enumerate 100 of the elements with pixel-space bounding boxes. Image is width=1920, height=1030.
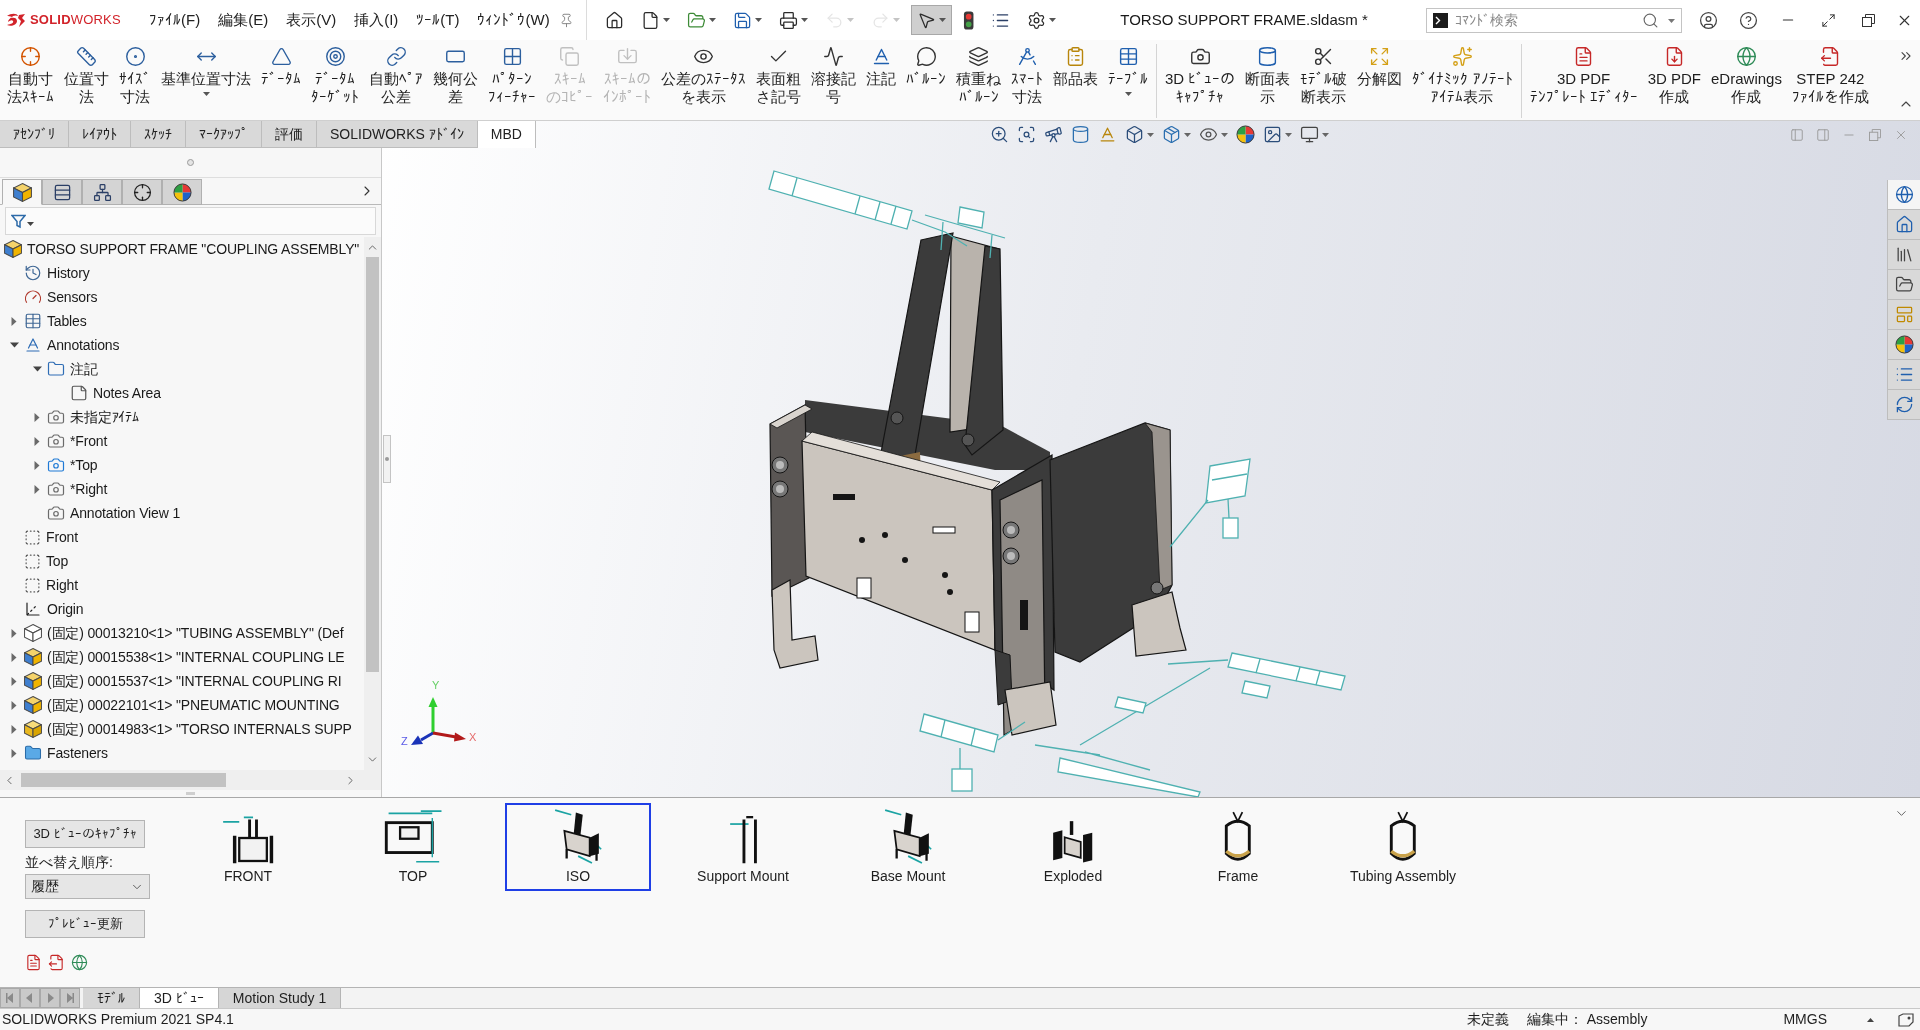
menu-item[interactable]: ﾂｰﾙ(T) (407, 3, 469, 37)
filter-field[interactable] (5, 207, 376, 235)
task-pane-tab[interactable] (1888, 360, 1920, 390)
ribbon-button[interactable]: ｻｲｽﾞ 寸法 (115, 42, 155, 118)
splitter-grip-icon[interactable] (186, 792, 195, 795)
account-icon[interactable] (1698, 10, 1718, 30)
caret-right-icon[interactable] (34, 460, 40, 470)
task-pane-tab[interactable] (1888, 330, 1920, 360)
ribbon-button[interactable]: 3D PDF ﾃﾝﾌﾟﾚｰﾄ ｴﾃﾞｨﾀｰ (1525, 42, 1642, 118)
toolbar-button[interactable] (910, 5, 952, 35)
search-icon[interactable] (1642, 11, 1659, 29)
view-card[interactable]: Base Mount (835, 803, 981, 891)
globe-icon[interactable] (71, 954, 88, 971)
refresh-preview-button[interactable]: ﾌﾟﾚﾋﾞｭｰ更新 (25, 910, 145, 938)
caret-right-icon[interactable] (34, 484, 40, 494)
tree-item[interactable]: (固定) 00015537<1> "INTERNAL COUPLING RI (0, 669, 364, 693)
view-card[interactable]: Tubing Assembly (1330, 803, 1476, 891)
ribbon-button[interactable]: STEP 242 ﾌｧｲﾙを作成 (1787, 42, 1873, 118)
tree-item[interactable]: History (0, 261, 364, 285)
menu-item[interactable]: 表示(V) (277, 3, 346, 37)
tag-icon[interactable] (1898, 1012, 1914, 1027)
tree-item[interactable]: Sensors (0, 285, 364, 309)
ribbon-button[interactable]: 部品表 (1049, 42, 1102, 118)
ribbon-button[interactable]: 分解図 (1353, 42, 1407, 118)
ribbon-button[interactable]: ﾊﾞﾙｰﾝ (902, 42, 950, 118)
ribbon-button[interactable]: 溶接記 号 (807, 42, 860, 118)
menu-item[interactable]: ｳｨﾝﾄﾞｳ(W) (468, 3, 559, 37)
caret-down-icon[interactable] (32, 366, 42, 372)
tree-item[interactable]: *Front (0, 429, 364, 453)
ribbon-button[interactable]: eDrawings 作成 (1707, 42, 1786, 118)
restore-icon[interactable] (1861, 13, 1875, 27)
ribbon-button[interactable]: 表面粗 さ記号 (752, 42, 805, 118)
tree-item[interactable]: (固定) 00022101<1> "PNEUMATIC MOUNTING (0, 693, 364, 717)
view-card[interactable]: Exploded (1000, 803, 1146, 891)
command-tab[interactable]: ﾚｲｱｳﾄ (69, 121, 131, 148)
ribbon-button[interactable]: 3D ﾋﾞｭｰの ｷｬﾌﾟﾁｬ (1161, 42, 1240, 118)
ribbon-button[interactable]: 3D PDF 作成 (1643, 42, 1706, 118)
command-tab[interactable]: ﾏｰｸｱｯﾌﾟ (186, 121, 262, 148)
caret-right-icon[interactable] (11, 652, 17, 662)
tree-item[interactable]: Right (0, 573, 364, 597)
ribbon-button[interactable]: 注記 (862, 42, 900, 118)
tree-item[interactable]: 未指定ｱｲﾃﾑ (0, 405, 364, 429)
ribbon-button[interactable]: ﾓﾃﾞﾙ破 断表示 (1296, 42, 1352, 118)
panel-tab[interactable] (82, 179, 122, 205)
ribbon-button[interactable]: 積重ね ﾊﾞﾙｰﾝ (952, 42, 1005, 118)
caret-right-icon[interactable] (34, 436, 40, 446)
scrollbar-thumb[interactable] (366, 257, 379, 672)
menu-item[interactable]: 挿入(I) (345, 3, 408, 37)
file-export-icon[interactable] (48, 954, 65, 971)
menu-item[interactable]: 編集(E) (209, 3, 278, 37)
ribbon-button[interactable]: ﾊﾟﾀｰﾝ ﾌｨｰﾁｬｰ (484, 42, 540, 118)
tree-item[interactable]: Top (0, 549, 364, 573)
task-pane-tab[interactable] (1888, 270, 1920, 300)
caret-right-icon[interactable] (11, 700, 17, 710)
caret-right-icon[interactable] (11, 724, 17, 734)
tree-item[interactable]: (固定) 00015538<1> "INTERNAL COUPLING LE (0, 645, 364, 669)
command-tab[interactable]: ｽｹｯﾁ (131, 121, 186, 148)
tree-item[interactable]: Notes Area (0, 381, 364, 405)
ribbon-button[interactable]: 公差のｽﾃｰﾀｽ を表示 (657, 42, 750, 118)
ribbon-button[interactable]: ﾃﾞｰﾀﾑ (257, 42, 305, 118)
splitter-grip-icon[interactable] (187, 159, 194, 166)
task-pane-tab[interactable] (1888, 390, 1920, 420)
tree-item[interactable]: Tables (0, 309, 364, 333)
units-status[interactable]: MMGS (1783, 1009, 1827, 1030)
caret-right-icon[interactable] (11, 676, 17, 686)
collapse-handle-icon[interactable] (383, 435, 391, 483)
panel-tab[interactable] (42, 179, 82, 205)
view-card[interactable]: Support Mount (670, 803, 816, 891)
bottom-tab[interactable]: ﾓﾃﾞﾙ (83, 988, 140, 1008)
task-pane-tab[interactable] (1888, 210, 1920, 240)
ribbon-button[interactable]: 自動寸 法ｽｷｰﾑ (3, 42, 58, 118)
caret-down-icon[interactable] (9, 342, 19, 348)
tree-item[interactable]: Origin (0, 597, 364, 621)
tree-item[interactable]: (固定) 00014983<1> "TORSO INTERNALS SUPP (0, 717, 364, 741)
bottom-tab[interactable]: 3D ﾋﾞｭｰ (140, 988, 219, 1008)
caret-right-icon[interactable] (34, 412, 40, 422)
command-tab[interactable]: MBD (477, 121, 536, 148)
task-pane-tab[interactable] (1888, 180, 1920, 210)
tree-item[interactable]: *Right (0, 477, 364, 501)
tree-item[interactable]: 注記 (0, 357, 364, 381)
search-field[interactable]: ｺﾏﾝﾄﾞ検索 (1426, 7, 1682, 33)
help-icon[interactable] (1738, 10, 1758, 30)
ribbon-button[interactable]: 断面表 示 (1241, 42, 1295, 118)
view-card[interactable]: TOP (340, 803, 486, 891)
menu-item[interactable]: ﾌｧｲﾙ(F) (140, 3, 210, 37)
command-tab[interactable]: 評価 (262, 121, 317, 148)
pin-icon[interactable] (558, 12, 574, 28)
tree-item[interactable]: (固定) 00013210<1> "TUBING ASSEMBLY" (Def (0, 621, 364, 645)
tree-item[interactable]: *Top (0, 453, 364, 477)
tree-item[interactable]: TORSO SUPPORT FRAME "COUPLING ASSEMBLY" (0, 237, 364, 261)
ribbon-button[interactable]: 位置寸 法 (60, 42, 113, 118)
ribbon-button[interactable]: 基準位置寸法 (157, 42, 255, 118)
caret-up-icon[interactable] (1867, 1017, 1874, 1022)
view-card[interactable]: ISO (505, 803, 651, 891)
document-icon[interactable] (25, 954, 42, 971)
tree-item[interactable]: Annotations (0, 333, 364, 357)
ribbon-button[interactable]: ｽﾏｰﾄ 寸法 (1007, 42, 1047, 118)
scrollbar-thumb[interactable] (21, 773, 226, 787)
ribbon-button[interactable]: ﾃﾞｰﾀﾑ ﾀｰｹﾞｯﾄ (307, 42, 363, 118)
caret-right-icon[interactable] (11, 628, 17, 638)
